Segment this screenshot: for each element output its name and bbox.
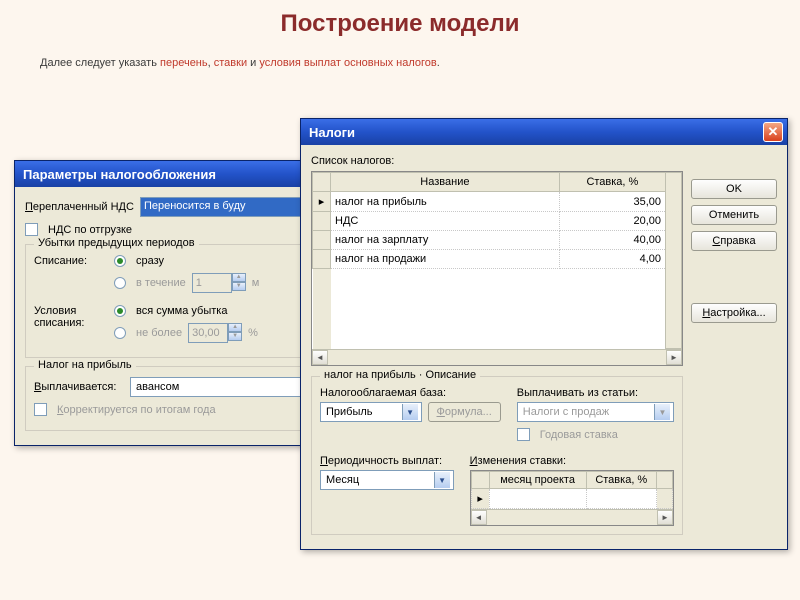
cond-limit-spinner: ▲▼ bbox=[188, 323, 242, 343]
cond-limit-radio[interactable] bbox=[114, 327, 126, 339]
tax-grid[interactable]: Название Ставка, % ▸налог на прибыль35,0… bbox=[311, 171, 683, 366]
vat-shipment-label: НДС по отгрузке bbox=[48, 224, 132, 236]
chevron-down-icon: ▼ bbox=[402, 404, 418, 420]
row-header-blank bbox=[313, 173, 331, 192]
annual-rate-label: Годовая ставка bbox=[540, 429, 618, 441]
slide-title: Построение модели bbox=[40, 10, 760, 38]
writeoff-period-spinner: ▲▼ bbox=[192, 273, 246, 293]
taxes-window: Налоги ✕ Список налогов: Название Ставка… bbox=[300, 118, 788, 550]
pay-from-combo: Налоги с продаж▼ bbox=[517, 402, 674, 422]
chevron-down-icon: ▼ bbox=[654, 404, 670, 420]
paid-label: Выплачивается: bbox=[34, 381, 124, 393]
scroll-left-icon[interactable]: ◄ bbox=[312, 350, 328, 365]
help-button[interactable]: Справка bbox=[691, 231, 777, 251]
period-label: Периодичность выплат: bbox=[320, 455, 442, 467]
losses-group: Убытки предыдущих периодов Списание: сра… bbox=[25, 244, 333, 358]
scroll-right-icon[interactable]: ► bbox=[666, 350, 682, 365]
desc-legend: налог на прибыль · Описание bbox=[320, 369, 480, 381]
pay-from-label: Выплачивать из статьи: bbox=[517, 387, 638, 399]
losses-legend: Убытки предыдущих периодов bbox=[34, 237, 199, 249]
cond-full-label: вся сумма убытка bbox=[136, 305, 227, 317]
col-name[interactable]: Название bbox=[331, 173, 560, 192]
paid-combo[interactable]: авансом▼ bbox=[130, 377, 324, 397]
changes-grid[interactable]: месяц проекта Ставка, % ▸ ◄► bbox=[470, 470, 674, 526]
cancel-button[interactable]: Отменить bbox=[691, 205, 777, 225]
table-row[interactable]: налог на продажи4,00 bbox=[313, 250, 682, 269]
col-rate[interactable]: Ставка, % bbox=[559, 173, 665, 192]
scroll-left-icon[interactable]: ◄ bbox=[471, 510, 487, 525]
writeoff-immediate-radio[interactable] bbox=[114, 255, 126, 267]
writeoff-period-input bbox=[192, 273, 232, 293]
scroll-right-icon[interactable]: ► bbox=[657, 510, 673, 525]
scrollbar-h[interactable]: ◄► bbox=[312, 349, 682, 365]
base-combo[interactable]: Прибыль▼ bbox=[320, 402, 422, 422]
table-row[interactable]: ▸налог на прибыль35,00 bbox=[313, 192, 682, 212]
writeoff-unit: м bbox=[252, 277, 260, 289]
writeoff-period-label: в течение bbox=[136, 277, 186, 289]
chg-col-rate[interactable]: Ставка, % bbox=[586, 472, 656, 489]
annual-rate-checkbox bbox=[517, 428, 530, 441]
tax-list-label: Список налогов: bbox=[311, 155, 394, 167]
adjust-year-label: Корректируется по итогам года bbox=[57, 404, 216, 416]
chevron-down-icon: ▼ bbox=[434, 472, 450, 488]
settings-button[interactable]: Настройка... bbox=[691, 303, 777, 323]
window-title: Налоги bbox=[309, 125, 763, 140]
window-title: Параметры налогообложения bbox=[23, 167, 339, 182]
ok-button[interactable]: OK bbox=[691, 179, 777, 199]
writeoff-label: Списание: bbox=[34, 255, 104, 267]
overpaid-vat-label: ППереплаченный НДСереплаченный НДС bbox=[25, 201, 134, 213]
cond-limit-input bbox=[188, 323, 228, 343]
profit-tax-group: Налог на прибыль Выплачивается: авансом▼… bbox=[25, 366, 333, 431]
scrollbar-v[interactable] bbox=[666, 173, 682, 349]
close-icon[interactable]: ✕ bbox=[763, 122, 783, 142]
titlebar[interactable]: Налоги ✕ bbox=[301, 119, 787, 145]
changes-label: Изменения ставки: bbox=[470, 455, 566, 467]
scrollbar-v[interactable] bbox=[657, 472, 673, 489]
titlebar[interactable]: Параметры налогообложения bbox=[15, 161, 343, 187]
row-header-blank bbox=[471, 472, 489, 489]
cond-label: Условия списания: bbox=[34, 305, 104, 329]
table-row[interactable]: налог на зарплату40,00 bbox=[313, 231, 682, 250]
slide-subtitle: Далее следует указать перечень, ставки и… bbox=[40, 44, 760, 74]
writeoff-period-radio[interactable] bbox=[114, 277, 126, 289]
base-label: Налогооблагаемая база: bbox=[320, 387, 446, 399]
formula-button: Формула... bbox=[428, 402, 501, 422]
adjust-year-checkbox bbox=[34, 403, 47, 416]
writeoff-immediate-label: сразу bbox=[136, 255, 164, 267]
chg-col-month[interactable]: месяц проекта bbox=[489, 472, 586, 489]
description-group: налог на прибыль · Описание Налогооблага… bbox=[311, 376, 683, 535]
vat-shipment-checkbox[interactable] bbox=[25, 223, 38, 236]
cond-unit: % bbox=[248, 327, 258, 339]
scrollbar-h[interactable]: ◄► bbox=[471, 509, 673, 525]
cond-limit-label: не более bbox=[136, 327, 182, 339]
profit-legend: Налог на прибыль bbox=[34, 359, 136, 371]
tax-params-window: Параметры налогообложения ППереплаченный… bbox=[14, 160, 344, 446]
cond-full-radio[interactable] bbox=[114, 305, 126, 317]
period-combo[interactable]: Месяц▼ bbox=[320, 470, 454, 490]
table-row[interactable]: НДС20,00 bbox=[313, 212, 682, 231]
